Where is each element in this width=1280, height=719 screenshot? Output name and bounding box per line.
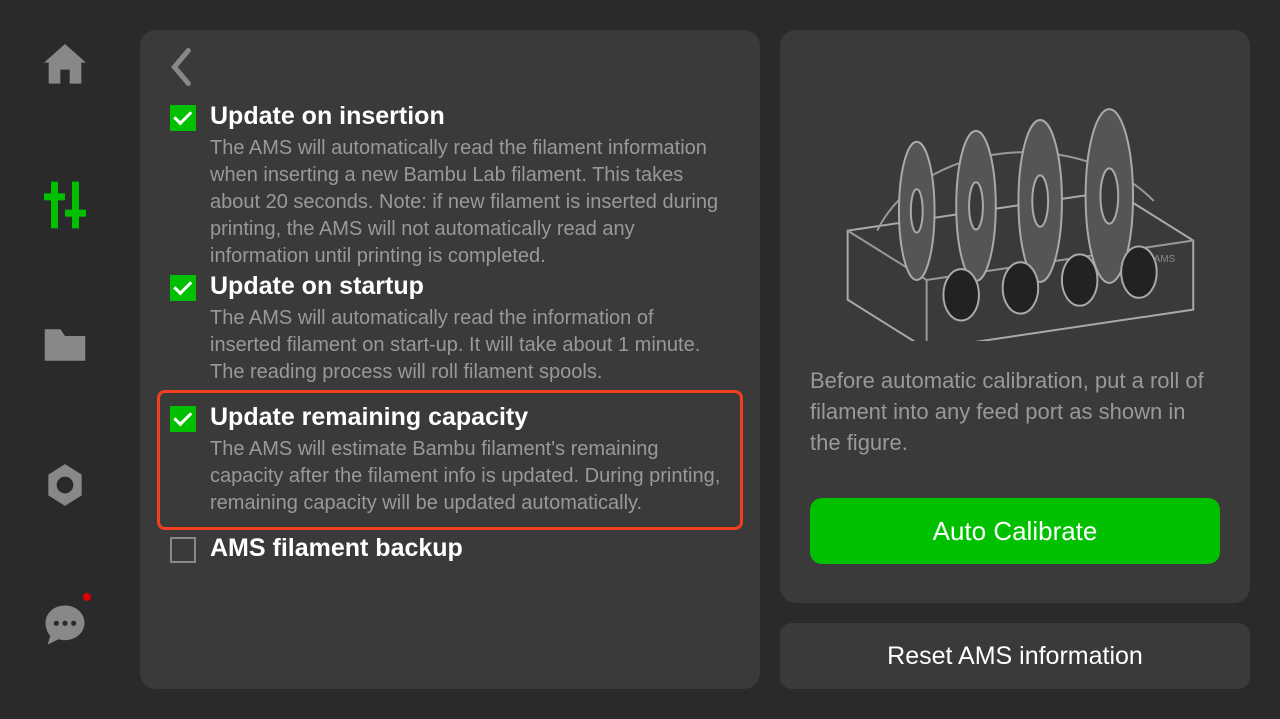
nav-files[interactable] (35, 315, 95, 375)
calibration-instruction: Before automatic calibration, put a roll… (810, 366, 1220, 458)
nav-settings-sliders[interactable] (35, 175, 95, 235)
option-title: AMS filament backup (210, 534, 730, 563)
ams-illustration: AMS (810, 56, 1220, 346)
right-column: AMS Before automatic calibration, put a … (780, 30, 1250, 689)
option-title: Update on startup (210, 272, 730, 301)
reset-ams-button[interactable]: Reset AMS information (780, 623, 1250, 689)
option-title: Update remaining capacity (210, 403, 730, 432)
option-desc: The AMS will automatically read the fila… (210, 135, 730, 270)
nav-chat[interactable] (35, 595, 95, 655)
checkbox-update-on-startup[interactable] (170, 275, 196, 301)
hexagon-icon (40, 460, 90, 510)
chat-icon (39, 599, 91, 651)
checkbox-update-on-insertion[interactable] (170, 105, 196, 131)
nav-home[interactable] (35, 35, 95, 95)
option-title: Update on insertion (210, 102, 730, 131)
auto-calibrate-button[interactable]: Auto Calibrate (810, 498, 1220, 564)
calibration-panel: AMS Before automatic calibration, put a … (780, 30, 1250, 603)
option-update-on-startup[interactable]: Update on startup The AMS will automatic… (170, 272, 730, 386)
options-panel: Update on insertion The AMS will automat… (140, 30, 760, 689)
svg-text:AMS: AMS (1153, 254, 1175, 265)
folder-icon (38, 318, 92, 372)
sliders-icon (37, 177, 93, 233)
checkbox-update-remaining-capacity[interactable] (170, 406, 196, 432)
notification-dot (83, 593, 91, 601)
option-update-remaining-capacity[interactable]: Update remaining capacity The AMS will e… (157, 390, 743, 530)
main-content: Update on insertion The AMS will automat… (130, 0, 1280, 719)
option-desc: The AMS will estimate Bambu filament's r… (210, 436, 730, 517)
option-ams-filament-backup[interactable]: AMS filament backup (170, 534, 730, 567)
option-update-on-insertion[interactable]: Update on insertion The AMS will automat… (170, 102, 730, 270)
back-button[interactable] (168, 48, 196, 93)
home-icon (37, 37, 93, 93)
ams-device-icon: AMS (818, 61, 1213, 341)
option-desc: The AMS will automatically read the info… (210, 305, 730, 386)
nav-gear[interactable] (35, 455, 95, 515)
chevron-left-icon (168, 48, 196, 86)
sidebar (0, 0, 130, 719)
checkbox-ams-filament-backup[interactable] (170, 537, 196, 563)
